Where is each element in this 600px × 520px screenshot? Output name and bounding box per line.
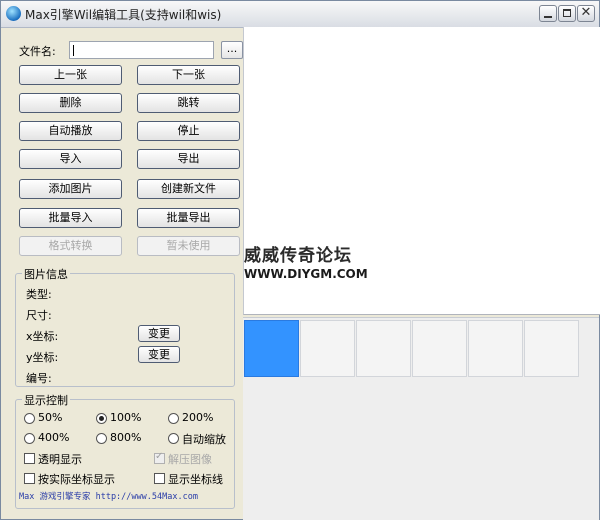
maximize-icon <box>563 9 571 17</box>
minimize-button[interactable] <box>539 5 557 22</box>
unused-button[interactable]: 暂未使用 <box>137 236 240 256</box>
close-button[interactable]: ✕ <box>577 5 595 22</box>
batch-export-button[interactable]: 批量导出 <box>137 208 240 228</box>
zoom-100-radio[interactable] <box>96 413 107 424</box>
create-file-button[interactable]: 创建新文件 <box>137 179 240 199</box>
file-name-label: 文件名: <box>19 45 56 58</box>
actual-coords-label: 按实际坐标显示 <box>38 473 115 486</box>
zoom-50-label: 50% <box>38 411 63 424</box>
thumbnail-item[interactable] <box>468 320 523 377</box>
transparent-label: 透明显示 <box>38 453 82 466</box>
thumbnail-item[interactable] <box>244 320 299 377</box>
thumbnail-item[interactable] <box>524 320 579 377</box>
window-title: Max引擎Wil编辑工具(支持wil和wis) <box>25 8 222 22</box>
size-label: 尺寸: <box>26 309 52 322</box>
jump-button[interactable]: 跳转 <box>137 93 240 113</box>
app-globe-icon <box>6 6 21 21</box>
footer-link[interactable]: Max 游戏引擎专家 http://www.54Max.com <box>19 490 198 502</box>
add-image-button[interactable]: 添加图片 <box>19 179 122 199</box>
minimize-icon <box>544 16 552 18</box>
text-caret <box>73 45 74 56</box>
import-button[interactable]: 导入 <box>19 149 122 169</box>
coord-lines-label: 显示坐标线 <box>168 473 223 486</box>
close-icon: ✕ <box>580 5 592 20</box>
maximize-button[interactable] <box>558 5 576 22</box>
decompress-checkbox[interactable] <box>154 451 165 464</box>
image-info-title: 图片信息 <box>22 266 70 282</box>
browse-button[interactable]: ... <box>221 41 243 59</box>
type-label: 类型: <box>26 288 52 301</box>
zoom-100-label: 100% <box>110 411 142 424</box>
thumbnail-item[interactable] <box>412 320 467 377</box>
title-bar: Max引擎Wil编辑工具(支持wil和wis) ✕ <box>1 1 599 28</box>
display-control-title: 显示控制 <box>22 392 70 408</box>
autoplay-button[interactable]: 自动播放 <box>19 121 122 141</box>
thumbnail-item[interactable] <box>356 320 411 377</box>
index-label: 编号: <box>26 372 52 385</box>
thumbnail-strip <box>243 317 599 520</box>
zoom-auto-radio[interactable] <box>168 433 179 444</box>
y-coord-label: y坐标: <box>26 351 59 364</box>
zoom-200-label: 200% <box>182 411 214 424</box>
prev-button[interactable]: 上一张 <box>19 65 122 85</box>
format-convert-button[interactable]: 格式转换 <box>19 236 122 256</box>
file-name-input[interactable] <box>69 41 214 59</box>
main-window: Max引擎Wil编辑工具(支持wil和wis) ✕ 文件名: ... 上一张 下… <box>0 0 600 520</box>
change-y-button[interactable]: 变更 <box>138 346 180 363</box>
thumbnail-item[interactable] <box>300 320 355 377</box>
image-info-group: 图片信息 类型: 尺寸: x坐标: 变更 y坐标: 变更 编号: <box>15 266 235 387</box>
transparent-checkbox[interactable] <box>24 453 35 464</box>
actual-coords-checkbox[interactable] <box>24 473 35 484</box>
export-button[interactable]: 导出 <box>137 149 240 169</box>
stop-button[interactable]: 停止 <box>137 121 240 141</box>
coord-lines-checkbox[interactable] <box>154 473 165 484</box>
zoom-800-label: 800% <box>110 431 142 444</box>
decompress-label: 解压图像 <box>168 453 212 466</box>
watermark-url: WWW.DIYGM.COM <box>244 267 368 281</box>
zoom-50-radio[interactable] <box>24 413 35 424</box>
zoom-800-radio[interactable] <box>96 433 107 444</box>
zoom-auto-label: 自动缩放 <box>182 433 226 446</box>
zoom-400-label: 400% <box>38 431 70 444</box>
delete-button[interactable]: 删除 <box>19 93 122 113</box>
zoom-200-radio[interactable] <box>168 413 179 424</box>
x-coord-label: x坐标: <box>26 330 59 343</box>
change-x-button[interactable]: 变更 <box>138 325 180 342</box>
zoom-400-radio[interactable] <box>24 433 35 444</box>
watermark-title: 威威传奇论坛 <box>244 246 352 266</box>
control-panel: 文件名: ... 上一张 下一张 删除 跳转 自动播放 停止 导入 导出 添加图… <box>9 31 243 511</box>
next-button[interactable]: 下一张 <box>137 65 240 85</box>
batch-import-button[interactable]: 批量导入 <box>19 208 122 228</box>
